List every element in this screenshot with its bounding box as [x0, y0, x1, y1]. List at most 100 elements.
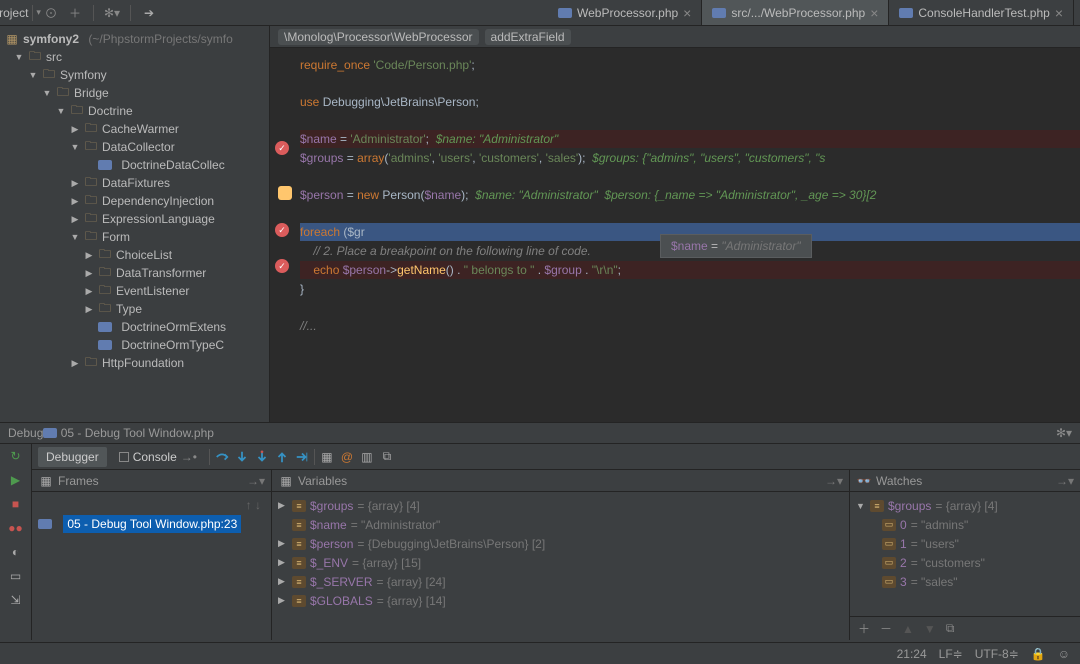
php-file-icon: [558, 8, 572, 18]
step-out-icon[interactable]: [274, 449, 290, 465]
lock-icon[interactable]: 🔒: [1031, 647, 1046, 661]
code-editor[interactable]: \Monolog\Processor\WebProcessor addExtra…: [270, 26, 1080, 422]
debug-side-toolbar: ↻ ▶ ■ ●● ◐ ▭ ⇲: [0, 444, 32, 640]
at-icon[interactable]: @: [339, 449, 355, 465]
tree-datafixtures[interactable]: ▶🗀DataFixtures: [0, 174, 269, 192]
mute-icon[interactable]: ◐: [8, 544, 24, 560]
breadcrumb[interactable]: \Monolog\Processor\WebProcessor: [278, 29, 479, 45]
resume-icon[interactable]: ▶: [8, 472, 24, 488]
down-icon[interactable]: ▼: [924, 622, 936, 636]
target-icon[interactable]: [43, 5, 59, 21]
rerun-icon[interactable]: ↻: [8, 448, 24, 464]
gear-icon[interactable]: ✻▾: [104, 5, 120, 21]
console-tab[interactable]: Console→•: [111, 447, 205, 467]
breakpoint-icon[interactable]: [275, 141, 289, 155]
stop-icon[interactable]: ■: [8, 496, 24, 512]
collapse-icon[interactable]: [67, 5, 83, 21]
variable-row[interactable]: ▶≡$_ENV = {array} [15]: [278, 553, 843, 572]
php-file-icon: [899, 8, 913, 18]
layout-icon[interactable]: ▭: [8, 568, 24, 584]
tree-el[interactable]: ▶🗀ExpressionLanguage: [0, 210, 269, 228]
tree-cachewarmer[interactable]: ▶🗀CacheWarmer: [0, 120, 269, 138]
tree-doctrinedatacoll[interactable]: DoctrineDataCollec: [0, 156, 269, 174]
watch-row[interactable]: ▼≡$groups = {array} [4]: [856, 496, 1074, 515]
variable-row[interactable]: ≡$name = "Administrator": [278, 515, 843, 534]
copy-icon[interactable]: ⧉: [379, 449, 395, 465]
tree-root[interactable]: ▦symfony2 (~/PhpstormProjects/symfo: [0, 30, 269, 48]
tree-doctrineormtypec[interactable]: DoctrineOrmTypeC: [0, 336, 269, 354]
frame-row[interactable]: 05 - Debug Tool Window.php:23: [38, 514, 265, 533]
variable-row[interactable]: ▶≡$person = {Debugging\JetBrains\Person}…: [278, 534, 843, 553]
tree-datacollector[interactable]: ▼🗀DataCollector: [0, 138, 269, 156]
remove-watch-icon[interactable]: －: [880, 620, 892, 637]
debugger-tab[interactable]: Debugger: [38, 447, 107, 467]
dropdown-icon[interactable]: →▾: [1056, 474, 1074, 488]
tree-symfony[interactable]: ▼🗀Symfony: [0, 66, 269, 84]
pin-icon[interactable]: ⇲: [8, 592, 24, 608]
prev-frame-icon[interactable]: ↑: [246, 498, 252, 512]
watch-item[interactable]: ▭3 = "sales": [856, 572, 1074, 591]
settings-icon[interactable]: ▥: [359, 449, 375, 465]
variables-title: Variables: [298, 474, 347, 488]
code-area[interactable]: require_once 'Code/Person.php'; use Debu…: [270, 48, 1080, 344]
watch-item[interactable]: ▭2 = "customers": [856, 553, 1074, 572]
gear-icon[interactable]: ✻▾: [1056, 425, 1072, 441]
up-icon[interactable]: ▲: [902, 622, 914, 636]
breakpoint-icon[interactable]: [275, 223, 289, 237]
project-dropdown[interactable]: Project ▾: [6, 5, 22, 21]
frames-icon: ▦: [38, 473, 54, 489]
tree-type[interactable]: ▶🗀Type: [0, 300, 269, 318]
watch-item[interactable]: ▭1 = "users": [856, 534, 1074, 553]
breakpoints-icon[interactable]: ●●: [8, 520, 24, 536]
tree-form[interactable]: ▼🗀Form: [0, 228, 269, 246]
tree-eventlistener[interactable]: ▶🗀EventListener: [0, 282, 269, 300]
gutter[interactable]: [270, 48, 294, 276]
caret-position[interactable]: 21:24: [897, 647, 927, 661]
debug-tabs: Debugger Console→• ▦ @ ▥ ⧉: [32, 444, 1080, 470]
variable-row[interactable]: ▶≡$GLOBALS = {array} [14]: [278, 591, 843, 610]
main-area: ▦symfony2 (~/PhpstormProjects/symfo ▼🗀sr…: [0, 26, 1080, 422]
watch-item[interactable]: ▭0 = "admins": [856, 515, 1074, 534]
watches-panel: 👓Watches→▾ ▼≡$groups = {array} [4] ▭0 = …: [850, 470, 1080, 640]
variable-row[interactable]: ▶≡$_SERVER = {array} [24]: [278, 572, 843, 591]
inspector-icon[interactable]: ☺: [1058, 647, 1070, 661]
step-over-icon[interactable]: [214, 449, 230, 465]
variable-row[interactable]: ▶≡$groups = {array} [4]: [278, 496, 843, 515]
breakpoint-icon[interactable]: [275, 259, 289, 273]
tree-httpfoundation[interactable]: ▶🗀HttpFoundation: [0, 354, 269, 372]
dropdown-icon[interactable]: →▾: [247, 474, 265, 488]
frames-title: Frames: [58, 474, 99, 488]
intention-bulb-icon[interactable]: [278, 186, 292, 200]
tree-src[interactable]: ▼🗀src: [0, 48, 269, 66]
php-file-icon: [98, 160, 112, 170]
tree-datatransformer[interactable]: ▶🗀DataTransformer: [0, 264, 269, 282]
copy-icon[interactable]: ⧉: [946, 621, 955, 636]
top-toolbar: Project ▾ ✻▾ ➔ WebProcessor.php × src/..…: [0, 0, 1080, 26]
close-icon[interactable]: ×: [1055, 6, 1063, 20]
php-file-icon: [712, 8, 726, 18]
tab-consolehandlertest[interactable]: ConsoleHandlerTest.php ×: [889, 0, 1074, 25]
next-frame-icon[interactable]: ↓: [255, 498, 261, 512]
file-encoding[interactable]: UTF-8≑: [975, 647, 1019, 661]
tree-doctrine[interactable]: ▼🗀Doctrine: [0, 102, 269, 120]
tree-bridge[interactable]: ▼🗀Bridge: [0, 84, 269, 102]
tab-webprocessor[interactable]: WebProcessor.php ×: [548, 0, 702, 25]
line-separator[interactable]: LF≑: [939, 647, 963, 661]
tree-choicelist[interactable]: ▶🗀ChoiceList: [0, 246, 269, 264]
evaluate-icon[interactable]: ▦: [319, 449, 335, 465]
force-step-into-icon[interactable]: [254, 449, 270, 465]
close-icon[interactable]: ×: [870, 6, 878, 20]
frames-panel: ▦ Frames →▾ ↑ ↓ 05 - Debug Tool Window.php…: [32, 470, 272, 640]
add-watch-icon[interactable]: ＋: [858, 620, 870, 637]
close-icon[interactable]: ×: [683, 6, 691, 20]
tab-src-webprocessor[interactable]: src/.../WebProcessor.php ×: [702, 0, 889, 25]
tree-di[interactable]: ▶🗀DependencyInjection: [0, 192, 269, 210]
dropdown-icon[interactable]: →▾: [825, 474, 843, 488]
php-file-icon: [38, 519, 52, 529]
step-into-icon[interactable]: [234, 449, 250, 465]
tree-doctrineormext[interactable]: DoctrineOrmExtens: [0, 318, 269, 336]
hide-icon[interactable]: ➔: [141, 5, 157, 21]
debug-tool-window: ↻ ▶ ■ ●● ◐ ▭ ⇲ Debugger Console→• ▦ @ ▥ …: [0, 444, 1080, 640]
breadcrumb[interactable]: addExtraField: [485, 29, 571, 45]
run-to-cursor-icon[interactable]: [294, 449, 310, 465]
